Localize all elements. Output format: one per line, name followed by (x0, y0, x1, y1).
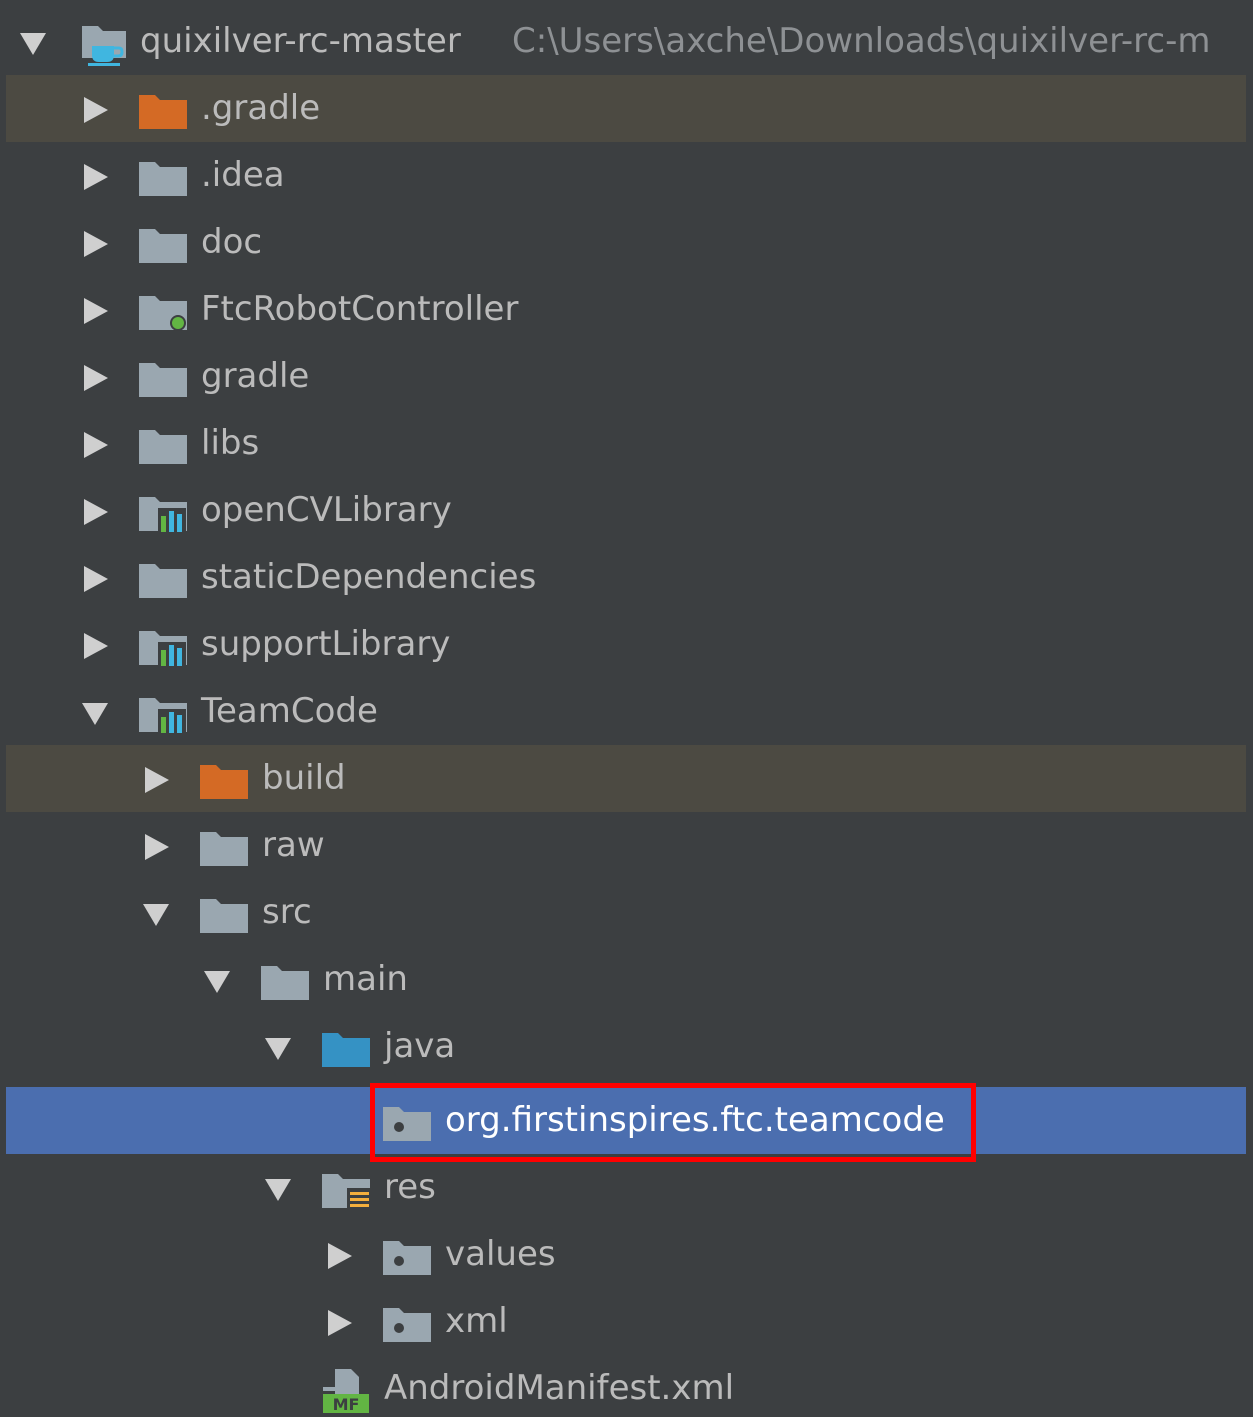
folder-icon (138, 223, 188, 265)
tree-row-libs[interactable]: libs (6, 410, 1246, 477)
excluded-folder-icon (138, 89, 188, 131)
folder-icon (138, 558, 188, 600)
tree-item-label: java (384, 1026, 456, 1066)
source-root-folder-icon (321, 1027, 371, 1069)
tree-row-ftcrobotcontroller[interactable]: FtcRobotController (6, 276, 1246, 343)
tree-row-gradle[interactable]: gradle (6, 343, 1246, 410)
folder-icon (138, 424, 188, 466)
tree-item-label: src (262, 892, 312, 932)
tree-item-label: xml (445, 1301, 508, 1341)
folder-icon (199, 893, 249, 935)
highlight-box (370, 1083, 976, 1162)
package-icon (382, 1235, 432, 1277)
chevron-right-icon[interactable] (80, 497, 110, 527)
tree-item-label: values (445, 1234, 556, 1274)
tree-item-label: .gradle (201, 88, 321, 128)
chevron-down-icon[interactable] (18, 28, 48, 58)
chevron-down-icon[interactable] (202, 966, 232, 996)
excluded-folder-icon (199, 759, 249, 801)
tree-item-label: .idea (201, 155, 285, 195)
tree-row-build[interactable]: build (6, 745, 1246, 812)
folder-icon (138, 156, 188, 198)
tree-item-label: raw (262, 825, 325, 865)
chevron-right-icon[interactable] (141, 832, 171, 862)
tree-item-label: AndroidManifest.xml (384, 1368, 735, 1408)
project-folder-icon (78, 22, 134, 66)
folder-icon (260, 960, 310, 1002)
library-module-folder-icon (138, 625, 188, 667)
chevron-right-icon[interactable] (80, 296, 110, 326)
tree-item-label: gradle (201, 356, 310, 396)
tree-item-label: FtcRobotController (201, 289, 519, 329)
tree-row-doc[interactable]: doc (6, 209, 1246, 276)
package-icon (382, 1302, 432, 1344)
tree-row-teamcode[interactable]: TeamCode (6, 678, 1246, 745)
chevron-down-icon[interactable] (141, 899, 171, 929)
chevron-down-icon[interactable] (263, 1174, 293, 1204)
tree-row-src[interactable]: src (6, 879, 1246, 946)
tree-row-java[interactable]: java (6, 1013, 1246, 1080)
android-module-folder-icon (138, 290, 188, 332)
folder-icon (199, 826, 249, 868)
resources-folder-icon (321, 1168, 371, 1210)
manifest-badge-text: MF (333, 1395, 360, 1413)
manifest-file-icon: MF (321, 1367, 371, 1413)
tree-row-raw[interactable]: raw (6, 812, 1246, 879)
chevron-right-icon[interactable] (324, 1308, 354, 1338)
tree-item-label: staticDependencies (201, 557, 537, 597)
folder-icon (138, 357, 188, 399)
tree-item-label: build (262, 758, 346, 798)
chevron-right-icon[interactable] (80, 162, 110, 192)
chevron-right-icon[interactable] (80, 631, 110, 661)
chevron-right-icon[interactable] (80, 95, 110, 125)
project-tree: quixilver-rc-master C:\Users\axche\Downl… (6, 8, 1246, 1417)
tree-item-label: TeamCode (201, 691, 378, 731)
chevron-right-icon[interactable] (324, 1241, 354, 1271)
tree-row-opencvlibrary[interactable]: openCVLibrary (6, 477, 1246, 544)
chevron-right-icon[interactable] (80, 564, 110, 594)
chevron-down-icon[interactable] (80, 698, 110, 728)
tree-row-main[interactable]: main (6, 946, 1246, 1013)
tree-item-label: supportLibrary (201, 624, 451, 664)
tree-item-label: openCVLibrary (201, 490, 452, 530)
tree-row-idea[interactable]: .idea (6, 142, 1246, 209)
tree-item-label: res (384, 1167, 436, 1207)
tree-row-gradle-cache[interactable]: .gradle (6, 75, 1246, 142)
project-path: C:\Users\axche\Downloads\quixilver-rc-m (512, 21, 1211, 61)
project-name: quixilver-rc-master (140, 21, 461, 61)
tree-row-xml[interactable]: xml (6, 1288, 1246, 1355)
chevron-right-icon[interactable] (141, 765, 171, 795)
library-module-folder-icon (138, 491, 188, 533)
tree-row-androidmanifest[interactable]: MF AndroidManifest.xml (6, 1355, 1246, 1417)
tree-row-staticdependencies[interactable]: staticDependencies (6, 544, 1246, 611)
tree-row-project-root[interactable]: quixilver-rc-master C:\Users\axche\Downl… (6, 8, 1246, 75)
tree-row-supportlibrary[interactable]: supportLibrary (6, 611, 1246, 678)
chevron-right-icon[interactable] (80, 430, 110, 460)
tree-row-values[interactable]: values (6, 1221, 1246, 1288)
library-module-folder-icon (138, 692, 188, 734)
tree-item-label: main (323, 959, 408, 999)
tree-row-res[interactable]: res (6, 1154, 1246, 1221)
tree-item-label: doc (201, 222, 263, 262)
tree-item-label: libs (201, 423, 260, 463)
chevron-right-icon[interactable] (80, 363, 110, 393)
chevron-down-icon[interactable] (263, 1033, 293, 1063)
chevron-right-icon[interactable] (80, 229, 110, 259)
